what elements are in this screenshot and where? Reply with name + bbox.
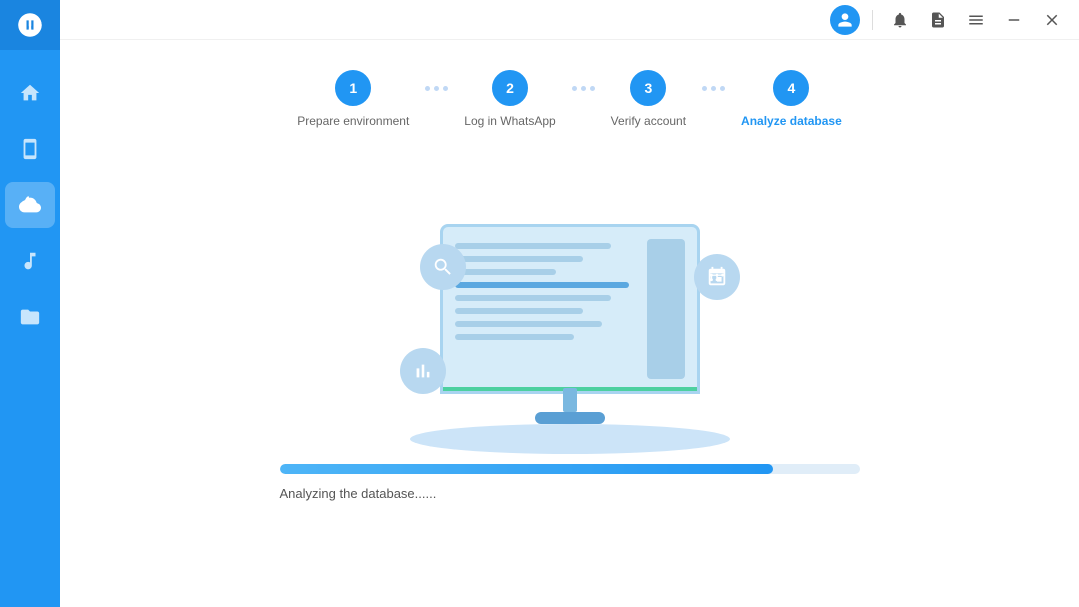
screen-line — [455, 295, 611, 301]
step-4-circle: 4 — [773, 70, 809, 106]
sidebar-item-home[interactable] — [5, 70, 55, 116]
dot — [702, 86, 707, 91]
float-search-icon — [420, 244, 466, 290]
sidebar-item-cloud[interactable] — [5, 182, 55, 228]
docs-icon — [929, 11, 947, 29]
monitor-screen — [440, 224, 700, 394]
menu-button[interactable] — [961, 5, 991, 35]
step-1-label: Prepare environment — [297, 114, 409, 128]
titlebar-divider-1 — [872, 10, 873, 30]
search-icon — [432, 256, 454, 278]
step-3: 3 Verify account — [611, 70, 686, 128]
screen-line — [455, 256, 584, 262]
dot — [720, 86, 725, 91]
step-2-label: Log in WhatsApp — [464, 114, 555, 128]
notification-button[interactable] — [885, 5, 915, 35]
illustration-area: Analyzing the database...... — [100, 148, 1039, 607]
close-button[interactable] — [1037, 5, 1067, 35]
cloud-icon — [19, 194, 41, 216]
step-dots-1-2 — [425, 86, 448, 91]
minimize-button[interactable] — [999, 5, 1029, 35]
step-dots-2-3 — [572, 86, 595, 91]
menu-icon — [967, 11, 985, 29]
progress-bar-fill — [280, 464, 773, 474]
bell-icon — [891, 11, 909, 29]
monitor-shadow — [410, 424, 730, 454]
progress-section: Analyzing the database...... — [260, 464, 880, 531]
sidebar-item-folder[interactable] — [5, 294, 55, 340]
step-3-label: Verify account — [611, 114, 686, 128]
stand-neck — [563, 388, 577, 412]
home-icon — [19, 82, 41, 104]
avatar-icon — [835, 10, 855, 30]
dot — [443, 86, 448, 91]
device-icon — [19, 138, 41, 160]
step-4-label: Analyze database — [741, 114, 842, 128]
step-3-circle: 3 — [630, 70, 666, 106]
bar-chart-icon — [412, 360, 434, 382]
progress-bar-container — [280, 464, 860, 474]
dot — [590, 86, 595, 91]
progress-status-text: Analyzing the database...... — [280, 486, 860, 501]
app-logo[interactable] — [0, 0, 60, 50]
step-1-number: 1 — [349, 80, 357, 96]
dot — [572, 86, 577, 91]
step-2: 2 Log in WhatsApp — [464, 70, 555, 128]
music-icon — [19, 250, 41, 272]
dot — [425, 86, 430, 91]
dot — [711, 86, 716, 91]
step-4-number: 4 — [788, 80, 796, 96]
dot — [581, 86, 586, 91]
step-4: 4 Analyze database — [741, 70, 842, 128]
monitor-stand — [535, 388, 605, 424]
minimize-icon — [1005, 11, 1023, 29]
stand-base — [535, 412, 605, 424]
screen-content-lines — [455, 239, 639, 379]
step-2-circle: 2 — [492, 70, 528, 106]
screen-line — [455, 321, 602, 327]
sidebar-nav — [5, 50, 55, 607]
step-3-number: 3 — [644, 80, 652, 96]
sidebar-item-device[interactable] — [5, 126, 55, 172]
screen-line — [455, 282, 630, 288]
folder-icon — [19, 306, 41, 328]
content-area: 1 Prepare environment 2 Log in WhatsApp — [60, 40, 1079, 607]
screen-line — [455, 308, 584, 314]
screen-sidebar — [647, 239, 685, 379]
step-dots-3-4 — [702, 86, 725, 91]
float-chart-icon — [400, 348, 446, 394]
step-1-circle: 1 — [335, 70, 371, 106]
dot — [434, 86, 439, 91]
sidebar-item-music[interactable] — [5, 238, 55, 284]
step-2-number: 2 — [506, 80, 514, 96]
main-area: 1 Prepare environment 2 Log in WhatsApp — [60, 0, 1079, 607]
docs-button[interactable] — [923, 5, 953, 35]
screen-line — [455, 269, 556, 275]
network-icon — [706, 266, 728, 288]
screen-line — [455, 243, 611, 249]
titlebar — [60, 0, 1079, 40]
step-1: 1 Prepare environment — [297, 70, 409, 128]
steps-indicator: 1 Prepare environment 2 Log in WhatsApp — [100, 40, 1039, 148]
logo-icon — [16, 11, 44, 39]
close-icon — [1043, 11, 1061, 29]
sidebar — [0, 0, 60, 607]
user-avatar[interactable] — [830, 5, 860, 35]
float-network-icon — [694, 254, 740, 300]
monitor-illustration — [380, 224, 760, 444]
screen-line — [455, 334, 575, 340]
